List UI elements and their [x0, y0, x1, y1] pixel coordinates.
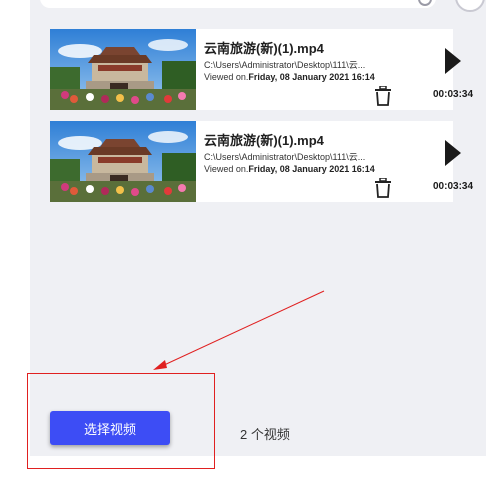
annotation-arrow: [153, 290, 325, 370]
